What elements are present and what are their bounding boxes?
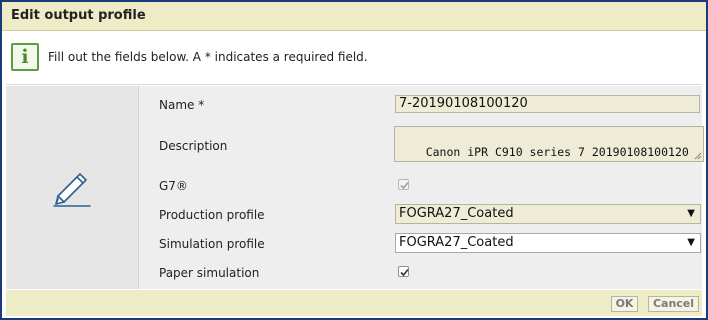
info-bar: i Fill out the fields below. A * indicat… [2, 31, 706, 82]
g7-checkbox[interactable] [398, 179, 409, 190]
paper-simulation-checkbox[interactable] [398, 266, 409, 277]
info-icon-glyph: i [21, 46, 29, 68]
resize-grip-icon[interactable] [694, 152, 702, 160]
g7-label: G7® [159, 179, 188, 193]
name-label: Name * [159, 98, 205, 112]
info-message: Fill out the fields below. A * indicates… [48, 50, 368, 64]
checkmark-icon [400, 181, 409, 190]
ok-button[interactable]: OK [611, 296, 638, 312]
name-input[interactable]: 7-20190108100120 [395, 95, 700, 113]
production-profile-label: Production profile [159, 208, 265, 222]
description-textarea[interactable]: Canon iPR C910 series 7 20190108100120 (… [394, 126, 704, 162]
info-icon: i [11, 43, 39, 71]
left-panel [6, 86, 139, 289]
dialog-title: Edit output profile [11, 8, 146, 23]
description-text: Canon iPR C910 series 7 20190108100120 (… [425, 145, 689, 159]
simulation-profile-select[interactable]: FOGRA27_Coated ▼ [395, 233, 701, 253]
cancel-button[interactable]: Cancel [648, 296, 699, 312]
simulation-profile-value: FOGRA27_Coated [399, 235, 514, 250]
description-label: Description [159, 139, 228, 153]
divider [6, 84, 702, 85]
chevron-down-icon: ▼ [687, 237, 695, 248]
production-profile-value: FOGRA27_Coated [399, 206, 514, 221]
form-body [6, 86, 702, 289]
production-profile-select[interactable]: FOGRA27_Coated ▼ [395, 204, 701, 224]
simulation-profile-label: Simulation profile [159, 237, 265, 251]
chevron-down-icon: ▼ [687, 208, 695, 219]
dialog-footer: OK Cancel [6, 290, 702, 316]
pencil-icon [53, 173, 91, 207]
edit-output-profile-dialog: Edit output profile i Fill out the field… [0, 0, 708, 320]
checkmark-icon [400, 268, 409, 277]
dialog-titlebar: Edit output profile [2, 2, 706, 31]
paper-simulation-label: Paper simulation [159, 266, 260, 280]
